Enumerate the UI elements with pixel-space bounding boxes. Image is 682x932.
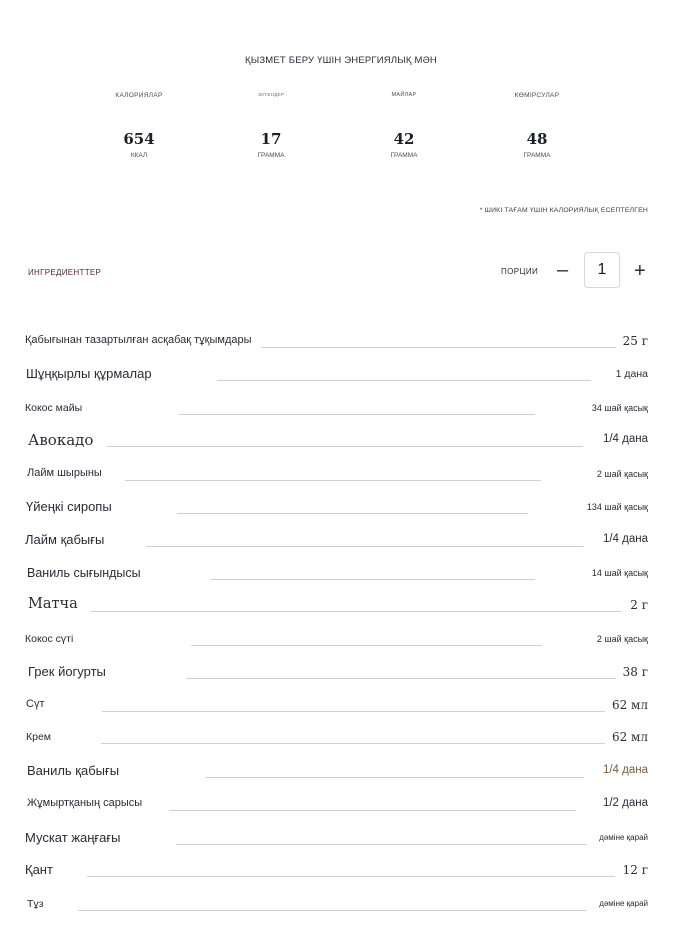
dotted-leader-line <box>179 414 535 415</box>
ingredient-row: Сүт 62 мл <box>0 695 682 715</box>
dotted-leader-line <box>102 711 605 712</box>
ingredient-quantity: 12 г <box>622 862 648 877</box>
ingredient-name: Қант <box>25 862 53 878</box>
portions-count[interactable]: 1 <box>584 252 620 288</box>
ingredient-name: Үйеңкі сиропы <box>26 499 112 515</box>
ingredient-row: Тұз дәміне қарай <box>0 894 682 914</box>
stat-unit: ККАЛ <box>130 152 148 159</box>
stat-value: 17 <box>260 130 282 148</box>
dotted-leader-line <box>176 844 587 845</box>
ingredient-row: Ваниль сығындысы 14 шай қасық <box>0 563 682 583</box>
ingredient-quantity: 2 шай қасық <box>596 468 648 479</box>
dotted-leader-line <box>217 380 591 381</box>
dotted-leader-line <box>186 678 616 679</box>
stat-label: КАЛОРИЯЛАР <box>115 92 163 99</box>
calorie-note: * ШИКІ ТАҒАМ ҮШІН КАЛОРИЯЛЫҚ ЕСЕПТЕЛГЕН <box>479 207 648 214</box>
ingredient-name: Грек йогурты <box>28 664 106 680</box>
dotted-leader-line <box>107 446 583 447</box>
portions-label: ПОРЦИИ <box>501 267 539 276</box>
ingredient-quantity: 34 шай қасық <box>591 402 648 413</box>
dotted-leader-line <box>90 611 622 612</box>
ingredient-row: Лайм шырыны 2 шай қасық <box>0 464 682 484</box>
ingredient-name: Матча <box>28 596 78 613</box>
ingredient-quantity: 1 дана <box>615 367 648 380</box>
ingredient-name: Авокадо <box>28 431 94 449</box>
ingredient-name: Крем <box>26 730 52 743</box>
dotted-leader-line <box>169 810 576 811</box>
dotted-leader-line <box>87 876 615 877</box>
ingredient-row: Қабығынан тазартылған асқабақ тұқымдары 2… <box>0 331 682 351</box>
ingredient-quantity: 62 мл <box>611 697 648 712</box>
ingredient-row: Крем 62 мл <box>0 727 682 747</box>
stat-unit: ГРАММА <box>390 152 418 159</box>
ingredient-name: Ваниль сығындысы <box>27 565 141 580</box>
ingredient-row: Жұмыртқаның сарысы 1/2 дана <box>0 794 682 814</box>
ingredient-quantity: 14 шай қасық <box>591 567 648 578</box>
ingredient-row: Грек йогурты 38 г <box>0 662 682 682</box>
stat-value: 48 <box>526 130 548 148</box>
stat-value: 654 <box>123 130 155 148</box>
ingredient-row: Үйеңкі сиропы 134 шай қасық <box>0 497 682 517</box>
stat-label: ЭКТЕНДЕР <box>257 92 285 97</box>
dotted-leader-line <box>78 910 587 911</box>
ingredient-row: Қант 12 г <box>0 860 682 880</box>
ingredient-row: Шұңқырлы құрмалар 1 дана <box>0 364 682 384</box>
ingredients-title: ИНГРЕДИЕНТТЕР <box>28 268 102 277</box>
ingredient-quantity: дәміне қарай <box>599 899 648 909</box>
dotted-leader-line <box>177 513 528 514</box>
stat-calories: КАЛОРИЯЛАР 654 ККАЛ <box>79 92 199 159</box>
dotted-leader-line <box>262 347 616 348</box>
ingredient-quantity: 1/4 дана <box>602 533 648 546</box>
energy-title: ҚЫЗМЕТ БЕРУ ҮШІН ЭНЕРГИЯЛЫҚ МӘН <box>244 55 437 66</box>
ingredient-name: Жұмыртқаның сарысы <box>27 797 143 810</box>
stat-carbs: КӨМІРСУЛАР 48 ГРАММА <box>477 92 597 159</box>
dotted-leader-line <box>146 546 584 547</box>
ingredient-quantity: 25 г <box>622 333 648 348</box>
dotted-leader-line <box>125 480 541 481</box>
ingredient-row: Авокадо 1/4 дана <box>0 430 682 450</box>
stat-label: КӨМІРСУЛАР <box>514 92 560 99</box>
increase-portions-button[interactable]: + <box>634 261 646 281</box>
stat-fats: МАЙЛАР 42 ГРАММА <box>344 92 464 159</box>
ingredient-name: Кокос майы <box>25 401 83 414</box>
stat-label: МАЙЛАР <box>391 92 417 98</box>
ingredient-quantity: дәміне қарай <box>599 833 648 843</box>
ingredient-row: Ваниль қабығы 1/4 дана <box>0 761 682 781</box>
ingredient-row: Кокос майы 34 шай қасық <box>0 398 682 418</box>
ingredient-name: Кокос сүті <box>25 632 74 645</box>
dotted-leader-line <box>205 777 584 778</box>
ingredient-quantity: 2 г <box>630 597 648 612</box>
stat-unit: ГРАММА <box>523 152 551 159</box>
stat-proteins: ЭКТЕНДЕР 17 ГРАММА <box>211 92 331 159</box>
dotted-leader-line <box>211 579 535 580</box>
ingredient-name: Тұз <box>27 897 44 910</box>
ingredient-quantity: 62 мл <box>611 729 648 744</box>
ingredient-name: Мускат жаңғағы <box>25 830 121 846</box>
ingredient-row: Матча 2 г <box>0 595 682 615</box>
ingredient-name: Лайм қабығы <box>25 532 105 548</box>
decrease-portions-button[interactable]: – <box>557 260 568 280</box>
stat-unit: ГРАММА <box>257 152 285 159</box>
stat-value: 42 <box>393 130 415 148</box>
ingredient-row: Лайм қабығы 1/4 дана <box>0 530 682 550</box>
ingredient-name: Ваниль қабығы <box>27 763 120 779</box>
ingredient-name: Сүт <box>26 698 45 711</box>
ingredient-quantity: 38 г <box>622 664 648 679</box>
ingredient-row: Мускат жаңғағы дәміне қарай <box>0 828 682 848</box>
ingredient-name: Лайм шырыны <box>27 467 102 480</box>
ingredient-name: Шұңқырлы құрмалар <box>26 366 152 382</box>
ingredient-row: Кокос сүті 2 шай қасық <box>0 629 682 649</box>
ingredient-name: Қабығынан тазартылған асқабақ тұқымдары <box>25 334 252 347</box>
ingredient-quantity: 1/4 дана <box>602 764 648 777</box>
ingredient-quantity: 1/4 дана <box>602 433 648 446</box>
ingredient-quantity: 2 шай қасық <box>596 633 648 644</box>
dotted-leader-line <box>191 645 542 646</box>
ingredient-quantity: 1/2 дана <box>602 797 648 810</box>
dotted-leader-line <box>101 743 605 744</box>
ingredient-quantity: 134 шай қасық <box>586 501 648 512</box>
